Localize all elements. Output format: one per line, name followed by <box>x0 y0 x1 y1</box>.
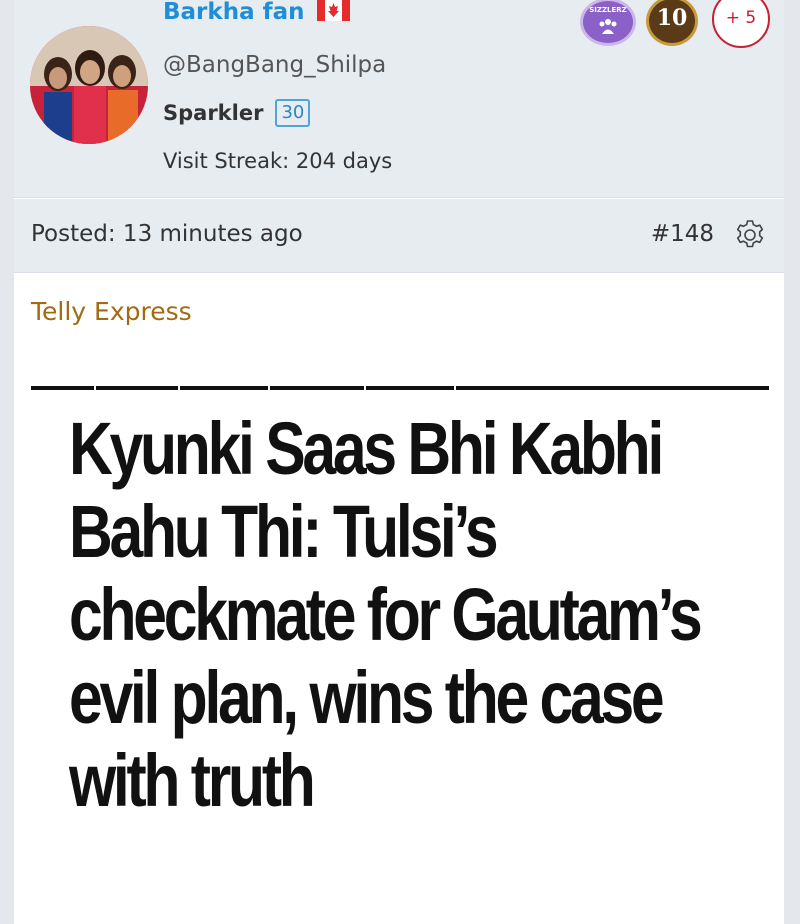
canada-flag-icon <box>316 0 350 21</box>
source-label: Telly Express <box>31 297 192 326</box>
posted-time: Posted: 13 minutes ago <box>31 221 303 247</box>
group-icon <box>599 19 617 34</box>
avatar[interactable] <box>30 26 148 144</box>
rule-gap <box>454 384 456 390</box>
post-number[interactable]: #148 <box>651 221 714 247</box>
headline-rule <box>31 386 769 390</box>
sizzlerz-badge[interactable]: SIZZLERZ <box>580 0 636 46</box>
user-header: Barkha fan @BangBang_Shilpa Sparkler 30 V… <box>14 0 784 198</box>
rank-label: Sparkler <box>163 101 264 125</box>
sizzlerz-badge-label: SIZZLERZ <box>589 6 627 14</box>
rule-gap <box>178 384 180 390</box>
rule-gap <box>268 384 270 390</box>
rank-level-badge: 30 <box>275 99 311 127</box>
username[interactable]: Barkha fan <box>163 0 350 25</box>
post-card: Barkha fan @BangBang_Shilpa Sparkler 30 V… <box>14 0 784 924</box>
headline: Kyunki Saas Bhi Kabhi Bahu Thi: Tulsi’s … <box>69 407 703 822</box>
gear-icon[interactable] <box>734 219 766 251</box>
level-badge[interactable]: 10 <box>646 0 698 46</box>
username-text: Barkha fan <box>163 0 305 25</box>
level-badge-number: 10 <box>656 5 688 31</box>
user-rank: Sparkler 30 <box>163 99 311 127</box>
more-badges-button[interactable]: + 5 <box>712 0 770 48</box>
rule-gap <box>94 384 96 390</box>
post-meta-bar: Posted: 13 minutes ago #148 <box>14 199 784 273</box>
user-handle[interactable]: @BangBang_Shilpa <box>163 52 386 78</box>
rule-gap <box>364 384 366 390</box>
avatar-image <box>30 26 148 144</box>
visit-streak: Visit Streak: 204 days <box>163 149 393 173</box>
